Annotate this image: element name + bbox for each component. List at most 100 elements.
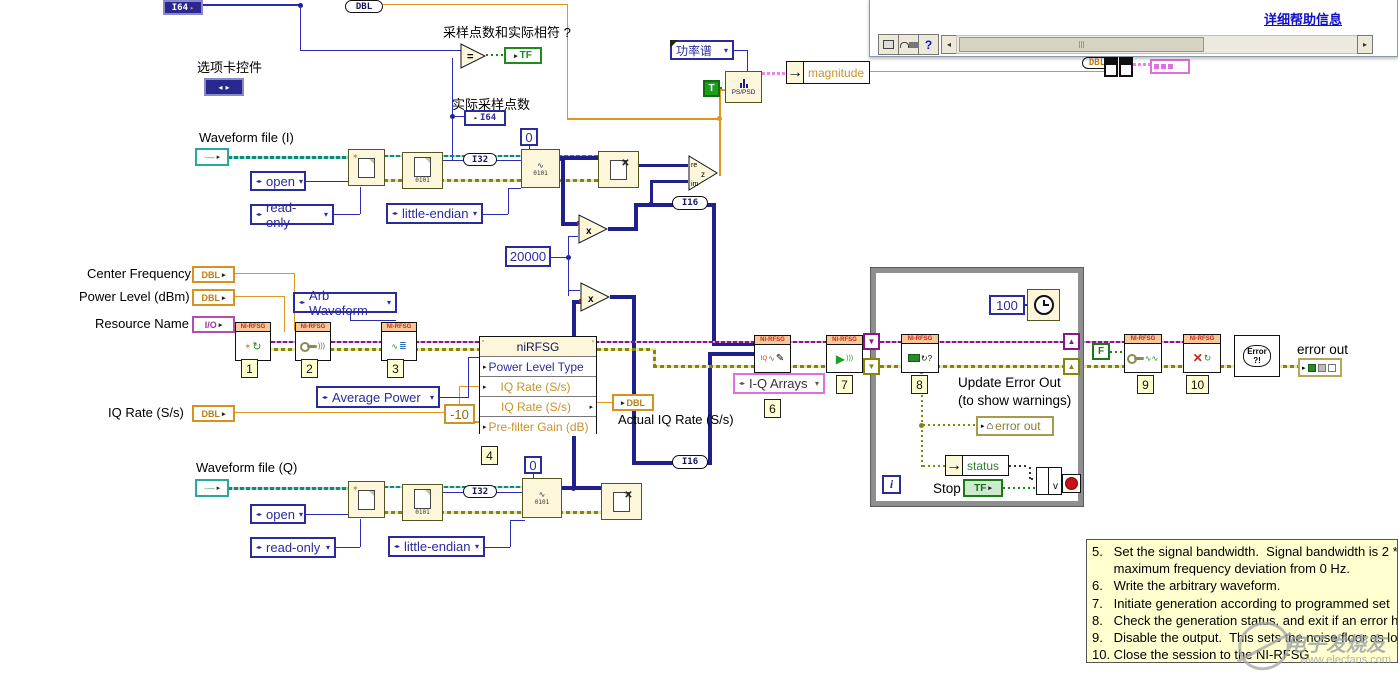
rfsg-check-status-node[interactable]: NI-RFSG ↻?	[901, 334, 939, 373]
error-out-label: error out	[1297, 342, 1349, 357]
little-endian-enum-i[interactable]: ◂▸ little-endian ▾	[386, 203, 483, 224]
i16-label: I16	[681, 457, 699, 467]
close-file-node-i[interactable]: ✕	[598, 151, 639, 188]
help-scrollbar-track[interactable]	[956, 35, 1368, 54]
step-number-3: 3	[387, 359, 404, 378]
open-enum-q[interactable]: ◂▸ open ▾	[250, 504, 306, 524]
zero-constant-i[interactable]: 0	[520, 128, 538, 146]
neg10-constant[interactable]: -10	[444, 404, 475, 424]
wire-i16a-up	[634, 203, 638, 231]
tab-control[interactable]: ◂ ▸	[204, 78, 244, 96]
zero-constant-q[interactable]: 0	[524, 456, 542, 474]
corner-glyph-icon: ▫	[482, 339, 485, 345]
pin-help-button[interactable]	[878, 34, 899, 55]
tf-indicator[interactable]: ▸ TF	[504, 47, 542, 64]
actual-iq-rate-indicator[interactable]: ▸ DBL	[612, 394, 654, 411]
little-endian-enum-q[interactable]: ◂▸ little-endian ▾	[388, 536, 485, 557]
error-out-indicator[interactable]: ▸	[1298, 358, 1342, 377]
scroll-right-button[interactable]: ▸	[1357, 35, 1373, 54]
path-icon: ·—	[203, 483, 215, 493]
simple-error-handler-node[interactable]: Error ?!	[1234, 335, 1280, 377]
wait-ms-node[interactable]	[1027, 289, 1060, 321]
enum-label: read-only	[266, 540, 321, 555]
read-file-node-q[interactable]: ∿ 0101	[522, 478, 562, 518]
arb-waveform-enum[interactable]: ◂▸ Arb Waveform ▾	[293, 288, 397, 318]
arrow-icon: ▸	[483, 423, 487, 431]
constant-20000[interactable]: 20000	[505, 246, 551, 267]
help-button[interactable]: ?	[918, 34, 939, 55]
help-scrollbar-thumb[interactable]	[959, 37, 1204, 52]
bundle-node[interactable]	[1119, 57, 1133, 77]
chevron-down-icon: ▾	[298, 176, 303, 186]
stop-button-terminal[interactable]: TF ▸	[963, 479, 1003, 497]
status-unbundle-node[interactable]: → status	[945, 455, 1009, 476]
rfsg-close-session-node[interactable]: NI-RFSG ✕ ↻	[1183, 334, 1221, 373]
property-row-power-level-type[interactable]: ▸ Power Level Type	[480, 356, 596, 376]
svg-text:=: =	[467, 51, 473, 63]
read-only-enum-i[interactable]: ◂▸ read-only ▾	[250, 200, 334, 230]
bundle-node[interactable]	[1104, 57, 1118, 77]
loop-iteration-terminal[interactable]: i	[882, 475, 901, 494]
waveform-i-path-control[interactable]: ·— ▸	[195, 148, 229, 166]
rfsg-open-session-node[interactable]: NI-RFSG ✶ ↻	[235, 322, 271, 361]
error-out-local-label: error out	[995, 419, 1041, 433]
open-file-node-q[interactable]: ✶	[348, 481, 385, 518]
equal-node[interactable]: =	[460, 43, 486, 69]
enum-label: little-endian	[404, 539, 471, 554]
iq-arrays-enum[interactable]: ◂▸ I-Q Arrays ▾	[733, 373, 825, 394]
arrow-icon: ▸	[589, 403, 593, 411]
resource-name-control[interactable]: I/O ▸	[192, 316, 235, 333]
false-constant[interactable]: F	[1092, 343, 1110, 360]
power-level-control[interactable]: DBL ▸	[192, 289, 235, 306]
magnitude-unbundle-node[interactable]: → magnitude	[786, 61, 870, 84]
nirfsg-property-node[interactable]: ▫ niRFSG ▫ ▸ Power Level Type ▸ IQ Rate (S…	[479, 336, 597, 436]
read-only-enum-q[interactable]: ◂▸ read-only ▾	[250, 537, 336, 558]
binary-label: 0101	[415, 509, 430, 516]
read-binary-node-q[interactable]: 0101	[402, 484, 443, 521]
property-row-iq-rate-out[interactable]: IQ Rate (S/s) ▸	[480, 396, 596, 416]
wire-mult2-t	[568, 290, 580, 291]
waveform-q-path-control[interactable]: ·— ▸	[195, 479, 229, 497]
cluster-indicator[interactable]	[1150, 59, 1190, 74]
loop-condition-terminal[interactable]	[1062, 474, 1081, 493]
ps-psd-node[interactable]: PS/PSD	[725, 71, 762, 103]
samples-match-label: 采样点数和实际相符 ?	[443, 25, 571, 40]
lock-help-button[interactable]	[898, 34, 919, 55]
rfsg-disable-output-node[interactable]: NI-RFSG ∿∿	[1124, 334, 1162, 373]
re-im-to-complex-node[interactable]: re imz	[688, 155, 718, 191]
watermark-name: 电子发烧友	[1286, 634, 1386, 656]
constant-100[interactable]: 100	[989, 295, 1025, 315]
wire-path-i	[228, 156, 348, 159]
multiply-node[interactable]: x	[578, 214, 608, 244]
detailed-help-link[interactable]: 详细帮助信息	[1264, 9, 1342, 28]
rfsg-write-waveform-node[interactable]: NI-RFSG IQ ∿ ✎	[754, 335, 791, 373]
wire-cluster2	[1133, 63, 1150, 66]
rfsg-configure-waveform-node[interactable]: NI-RFSG ∿ ≣	[381, 322, 417, 361]
property-row-prefilter-gain[interactable]: ▸ Pre-filter Gain (dB)	[480, 416, 596, 436]
true-constant[interactable]: T	[703, 80, 720, 97]
open-file-node-i[interactable]: ✶	[348, 149, 385, 186]
number-label: 7	[841, 377, 848, 392]
or-compound-node[interactable]: v	[1036, 467, 1062, 495]
multiply-node[interactable]: x	[580, 282, 610, 312]
dbl-label: DBL	[201, 408, 220, 419]
power-spectrum-enum[interactable]: 功率谱 ▾	[670, 40, 734, 60]
i64-control[interactable]: I64 ▸	[163, 0, 203, 15]
rfsg-configure-rf-node[interactable]: NI-RFSG)))	[295, 322, 331, 361]
property-row-iq-rate-in[interactable]: ▸ IQ Rate (S/s)	[480, 376, 596, 396]
rfsg-initiate-node[interactable]: NI-RFSG ▶)))	[826, 335, 863, 373]
enum-label: read-only	[266, 199, 297, 230]
read-file-node-i[interactable]: ∿ 0101	[521, 149, 560, 188]
center-frequency-control[interactable]: DBL ▸	[192, 266, 235, 283]
i64-indicator[interactable]: ▸ I64	[464, 110, 506, 126]
wire-mult1-b	[568, 236, 578, 237]
iq-rate-control[interactable]: DBL ▸	[192, 405, 235, 422]
read-binary-node-i[interactable]: 0101	[402, 152, 443, 189]
close-file-node-q[interactable]: ✕	[601, 483, 642, 520]
wire-avg-up	[468, 357, 469, 398]
error-out-local-variable[interactable]: ▸ ⌂ error out	[976, 416, 1054, 436]
cluster-square-icon	[1168, 64, 1173, 69]
scroll-left-button[interactable]: ◂	[941, 35, 957, 54]
average-power-enum[interactable]: ◂▸ Average Power ▾	[316, 386, 440, 408]
open-enum-i[interactable]: ◂▸ open ▾	[250, 171, 306, 191]
